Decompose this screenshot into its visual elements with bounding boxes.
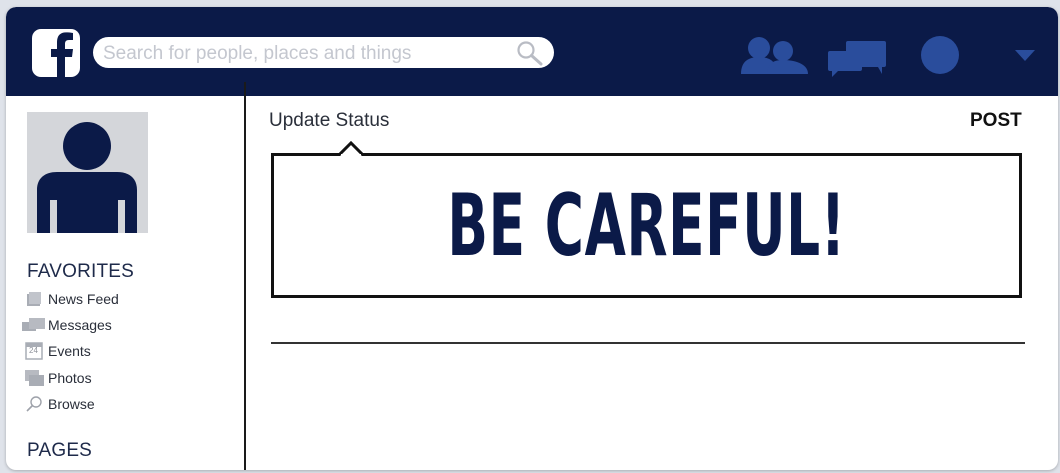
update-status-label: Update Status xyxy=(269,110,390,131)
status-text: BE CAREFUL! xyxy=(447,175,846,276)
sidebar-item-label: Browse xyxy=(48,396,95,412)
sidebar-item-messages[interactable]: Messages xyxy=(20,314,112,336)
sidebar-item-events[interactable]: 24 Events xyxy=(20,340,91,362)
messages-icon xyxy=(20,315,48,335)
sidebar-item-label: Messages xyxy=(48,317,112,333)
news-feed-icon xyxy=(20,289,48,309)
top-bar xyxy=(6,7,1058,96)
sidebar-item-label: Photos xyxy=(48,370,92,386)
sidebar-divider xyxy=(244,82,246,470)
sidebar-item-news-feed[interactable]: News Feed xyxy=(20,288,119,310)
photos-icon xyxy=(20,368,48,388)
sidebar-item-label: Events xyxy=(48,343,91,359)
messages-icon[interactable] xyxy=(826,39,888,82)
speech-notch-icon xyxy=(338,141,364,156)
search-icon xyxy=(20,394,48,414)
dropdown-arrow-icon[interactable] xyxy=(1014,49,1036,68)
search-icon[interactable] xyxy=(516,40,544,71)
notifications-icon[interactable] xyxy=(920,35,960,80)
sidebar-item-browse[interactable]: Browse xyxy=(20,393,95,415)
status-input-box[interactable]: BE CAREFUL! xyxy=(271,153,1022,298)
post-button[interactable]: POST xyxy=(970,110,1022,132)
feed-divider xyxy=(271,342,1025,344)
friends-icon[interactable] xyxy=(731,34,811,81)
profile-avatar-icon[interactable] xyxy=(27,112,148,233)
facebook-logo-icon[interactable] xyxy=(32,29,80,77)
calendar-icon: 24 xyxy=(20,341,48,361)
search-input[interactable] xyxy=(101,37,515,70)
sidebar-item-photos[interactable]: Photos xyxy=(20,367,92,389)
pages-heading: PAGES xyxy=(27,440,93,461)
browser-frame: FAVORITES News Feed Messages 24 Events xyxy=(6,7,1058,470)
favorites-heading: FAVORITES xyxy=(27,261,135,282)
sidebar-item-label: News Feed xyxy=(48,291,119,307)
search-bar[interactable] xyxy=(93,37,554,71)
